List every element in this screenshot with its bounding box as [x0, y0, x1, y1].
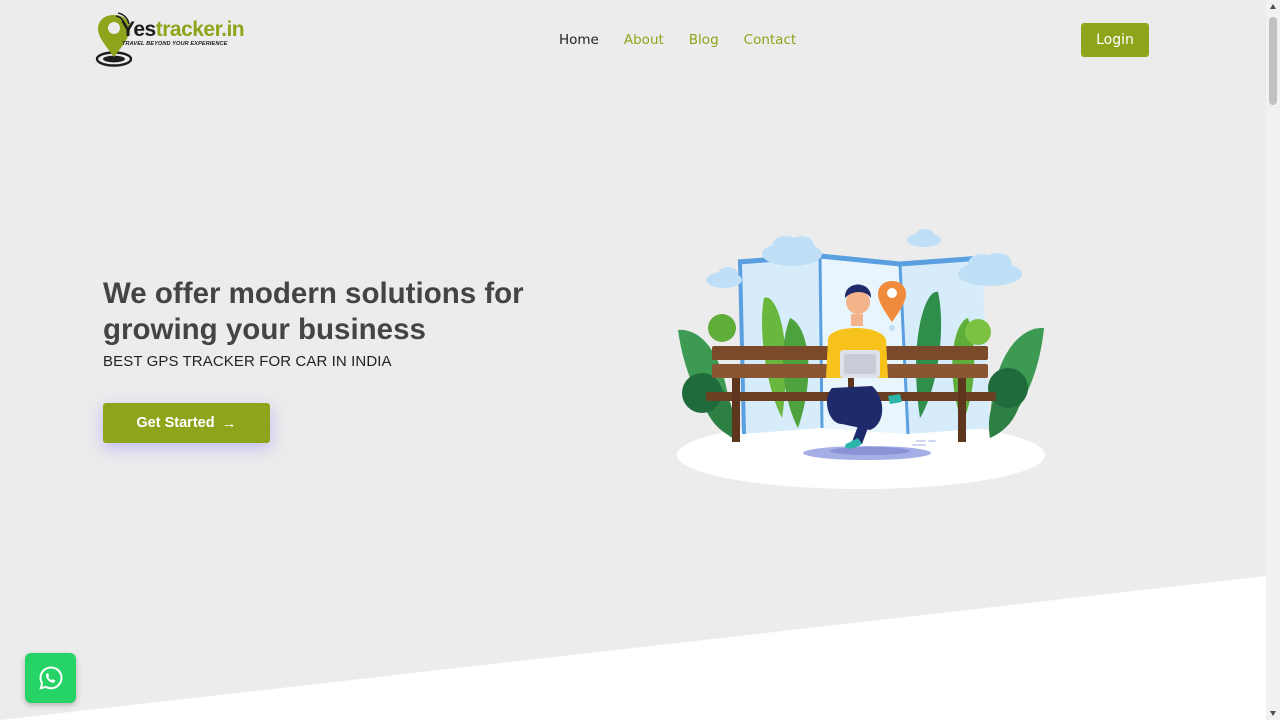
get-started-label: Get Started	[136, 415, 215, 431]
main-nav: Home About Blog Contact	[559, 31, 796, 49]
vertical-scrollbar[interactable]	[1266, 0, 1280, 720]
man-on-bench-with-laptop-illustration	[677, 229, 1045, 489]
nav-about[interactable]: About	[624, 31, 664, 49]
page: Yestracker.in TRAVEL BEYOND YOUR EXPERIE…	[0, 0, 1266, 720]
scrollbar-thumb[interactable]	[1269, 17, 1277, 105]
scroll-up-arrow-icon[interactable]	[1269, 3, 1277, 11]
scroll-down-arrow-icon[interactable]	[1269, 709, 1277, 717]
hero-title: We offer modern solutions for growing yo…	[103, 277, 524, 346]
logo-tagline: TRAVEL BEYOND YOUR EXPERIENCE	[122, 41, 228, 47]
hero-subtitle: BEST GPS TRACKER FOR CAR IN INDIA	[103, 353, 392, 370]
nav-contact[interactable]: Contact	[744, 31, 797, 49]
get-started-button[interactable]: Get Started →	[103, 403, 270, 443]
logo-wordmark: Yestracker.in	[121, 16, 245, 44]
logo-text-part1: Yes	[121, 18, 156, 41]
nav-home[interactable]: Home	[559, 31, 599, 49]
logo-text-part2: tracker.in	[155, 18, 245, 41]
login-button[interactable]: Login	[1081, 23, 1149, 57]
arrow-right-icon: →	[221, 414, 237, 432]
nav-blog[interactable]: Blog	[689, 31, 719, 49]
whatsapp-icon	[38, 666, 63, 690]
whatsapp-button[interactable]	[25, 653, 76, 703]
